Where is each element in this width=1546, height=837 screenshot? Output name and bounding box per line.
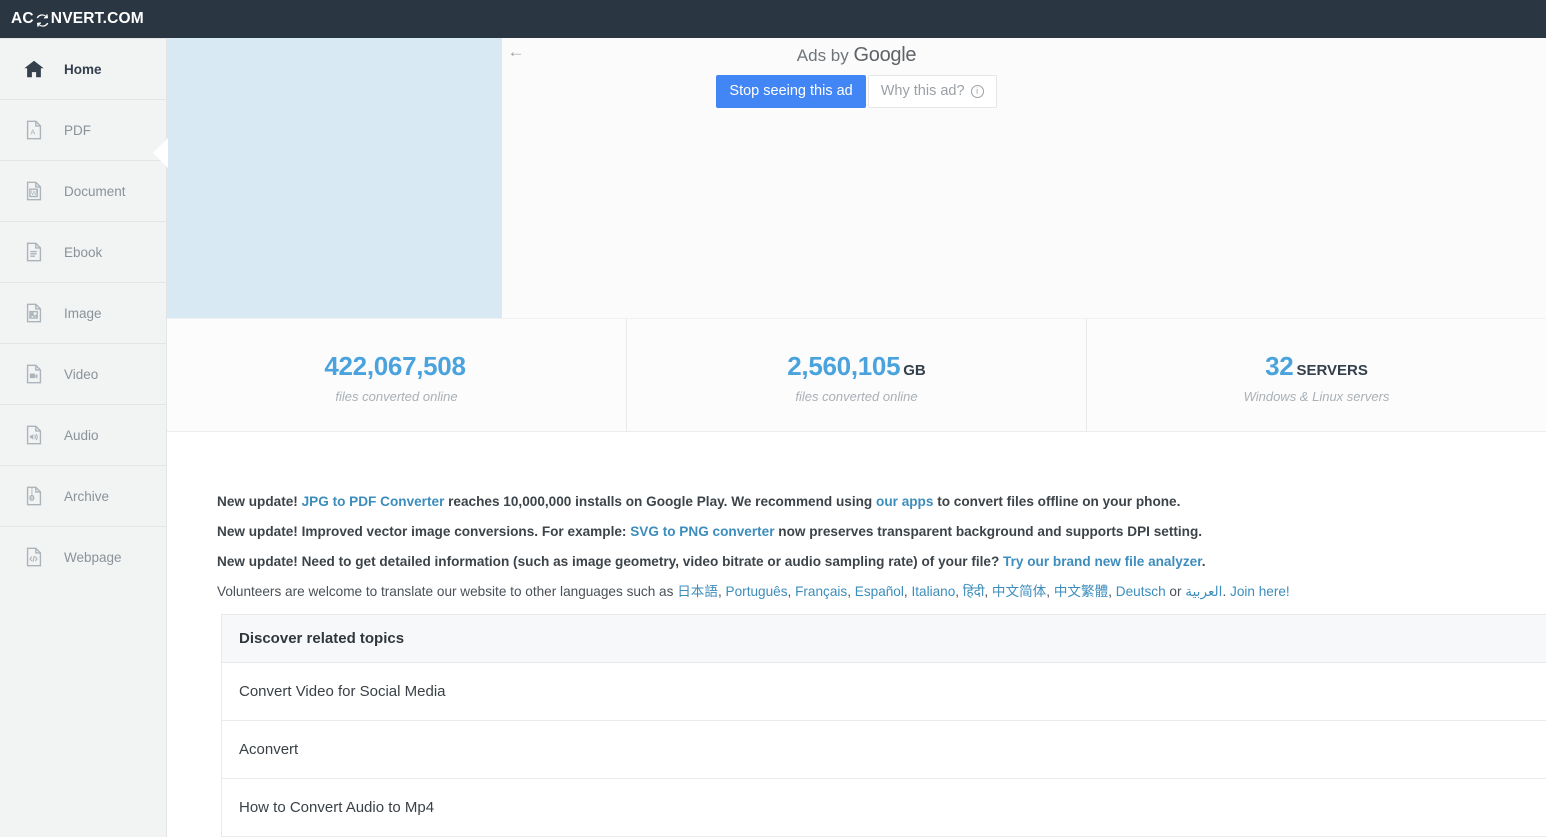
why-this-ad-button[interactable]: Why this ad? i [867, 75, 997, 108]
sidebar-item-label: PDF [64, 122, 91, 138]
sidebar-item-image[interactable]: Image [0, 282, 166, 343]
language-links: 日本語, Português, Français, Español, Itali… [677, 584, 1166, 599]
news-updates: New update! JPG to PDF Converter reaches… [217, 487, 1537, 607]
stop-seeing-ad-button[interactable]: Stop seeing this ad [716, 75, 866, 108]
word-file-icon: W [22, 179, 46, 203]
language-link-6[interactable]: हिंदी [963, 584, 984, 599]
stat-value-row: 32 SERVERS [1265, 353, 1368, 380]
related-topics-panel: Discover related topics Convert Video fo… [221, 614, 1546, 837]
topic-list-item[interactable]: How to Convert Audio to Mp4 [222, 779, 1546, 837]
archive-file-icon [22, 484, 46, 508]
or-text: or [1165, 584, 1186, 599]
site-logo[interactable]: AC NVERT.COM [11, 10, 144, 28]
news-text: New update! Improved vector image conver… [217, 524, 631, 539]
language-link-arabic[interactable]: العربية [1185, 584, 1222, 599]
chevron-left-icon [153, 138, 168, 168]
sidebar-item-label: Webpage [64, 549, 122, 565]
sidebar-item-video[interactable]: Video [0, 343, 166, 404]
news-text: New update! Need to get detailed informa… [217, 554, 1004, 569]
pdf-file-icon: A [22, 118, 46, 142]
stat-servers: 32 SERVERS Windows & Linux servers [1086, 319, 1546, 431]
sidebar-item-label: Video [64, 366, 99, 382]
sidebar-item-label: Audio [64, 427, 99, 443]
ads-by-text: Ads by [796, 46, 849, 65]
info-circle-icon: i [970, 84, 984, 98]
sidebar-item-label: Archive [64, 488, 110, 504]
news-line-3: New update! Need to get detailed informa… [217, 547, 1537, 577]
stat-caption: files converted online [795, 388, 918, 404]
stat-value: 422,067,508 [324, 350, 466, 381]
svg-text:A: A [30, 128, 35, 137]
language-link-4[interactable]: Español [855, 584, 904, 599]
language-link-9[interactable]: Deutsch [1116, 584, 1166, 599]
advertisement-zone: ← Ads by Google Stop seeing this ad Why … [167, 38, 1546, 318]
refresh-cycle-icon [35, 13, 50, 28]
image-file-icon [22, 301, 46, 325]
related-topics-heading: Discover related topics [222, 615, 1546, 663]
ebook-file-icon [22, 240, 46, 264]
news-text: . [1201, 554, 1206, 569]
translate-intro-text: Volunteers are welcome to translate our … [217, 584, 678, 599]
news-line-1: New update! JPG to PDF Converter reaches… [217, 487, 1537, 517]
stat-caption: files converted online [335, 388, 458, 404]
language-link-2[interactable]: Português [726, 584, 788, 599]
ad-controls: Stop seeing this ad Why this ad? i [167, 75, 1546, 108]
sidebar-nav: Home A PDF W Document Ebook Image Video … [0, 38, 167, 837]
language-link-8[interactable]: 中文繁體 [1054, 584, 1108, 599]
logo-prefix-text: AC [11, 10, 34, 27]
file-analyzer-link[interactable]: Try our brand new file analyzer [1003, 554, 1202, 569]
stat-caption: Windows & Linux servers [1243, 388, 1390, 404]
jpg-to-pdf-converter-link[interactable]: JPG to PDF Converter [302, 494, 445, 509]
join-here-link[interactable]: Join here! [1230, 584, 1290, 599]
topic-list-item[interactable]: Aconvert [222, 721, 1546, 779]
sidebar-item-label: Home [64, 61, 102, 77]
sidebar-item-label: Ebook [64, 244, 103, 260]
stat-data-converted: 2,560,105 GB files converted online [626, 319, 1086, 431]
news-text: to convert files offline on your phone. [933, 494, 1181, 509]
language-link-1[interactable]: 日本語 [677, 584, 718, 599]
sidebar-item-label: Document [64, 183, 126, 199]
stat-value-row: 422,067,508 [324, 353, 468, 380]
topic-list-item[interactable]: Convert Video for Social Media [222, 663, 1546, 721]
why-this-ad-label: Why this ad? [880, 83, 965, 99]
news-text: reaches 10,000,000 installs on Google Pl… [444, 494, 877, 509]
sidebar-item-document[interactable]: W Document [0, 160, 166, 221]
sidebar-item-label: Image [64, 305, 102, 321]
logo-suffix-text: NVERT.COM [50, 10, 144, 27]
sidebar-collapse-handle[interactable] [152, 138, 168, 168]
ads-by-google-label: Ads by Google [167, 44, 1546, 67]
audio-file-icon [22, 423, 46, 447]
stat-unit: SERVERS [1296, 361, 1368, 379]
stat-value: 2,560,105 [787, 350, 901, 381]
stat-unit: GB [903, 361, 926, 379]
sidebar-item-webpage[interactable]: Webpage [0, 526, 166, 587]
google-brand-text: Google [853, 44, 917, 66]
stat-value: 32 [1265, 350, 1294, 381]
stat-files-converted: 422,067,508 files converted online [167, 319, 626, 431]
svg-text:W: W [31, 190, 38, 197]
news-text: now preserves transparent background and… [774, 524, 1203, 539]
language-link-3[interactable]: Français [795, 584, 847, 599]
stat-value-row: 2,560,105 GB [787, 353, 925, 380]
sidebar-item-audio[interactable]: Audio [0, 404, 166, 465]
svg-to-png-converter-link[interactable]: SVG to PNG converter [630, 524, 774, 539]
news-line-2: New update! Improved vector image conver… [217, 517, 1537, 547]
statistics-band: 422,067,508 files converted online 2,560… [167, 318, 1546, 432]
sidebar-item-pdf[interactable]: A PDF [0, 99, 166, 160]
sidebar-item-archive[interactable]: Archive [0, 465, 166, 526]
sidebar-item-home[interactable]: Home [0, 38, 166, 99]
code-file-icon [22, 545, 46, 569]
our-apps-link[interactable]: our apps [876, 494, 933, 509]
language-link-5[interactable]: Italiano [911, 584, 955, 599]
video-file-icon [22, 362, 46, 386]
sidebar-item-ebook[interactable]: Ebook [0, 221, 166, 282]
top-header-bar: AC NVERT.COM [0, 0, 1546, 38]
translate-text: . [1222, 584, 1231, 599]
news-text: New update! [217, 494, 302, 509]
news-line-4-translate: Volunteers are welcome to translate our … [217, 577, 1537, 607]
home-icon [22, 57, 46, 81]
language-link-7[interactable]: 中文简体 [992, 584, 1046, 599]
